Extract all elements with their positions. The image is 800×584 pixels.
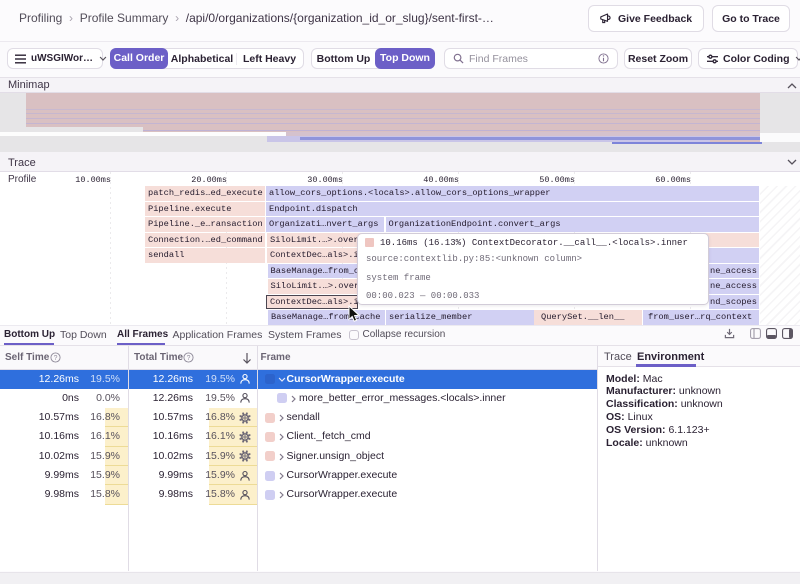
svg-text:?: ? bbox=[54, 355, 58, 362]
svg-text:?: ? bbox=[187, 355, 191, 362]
